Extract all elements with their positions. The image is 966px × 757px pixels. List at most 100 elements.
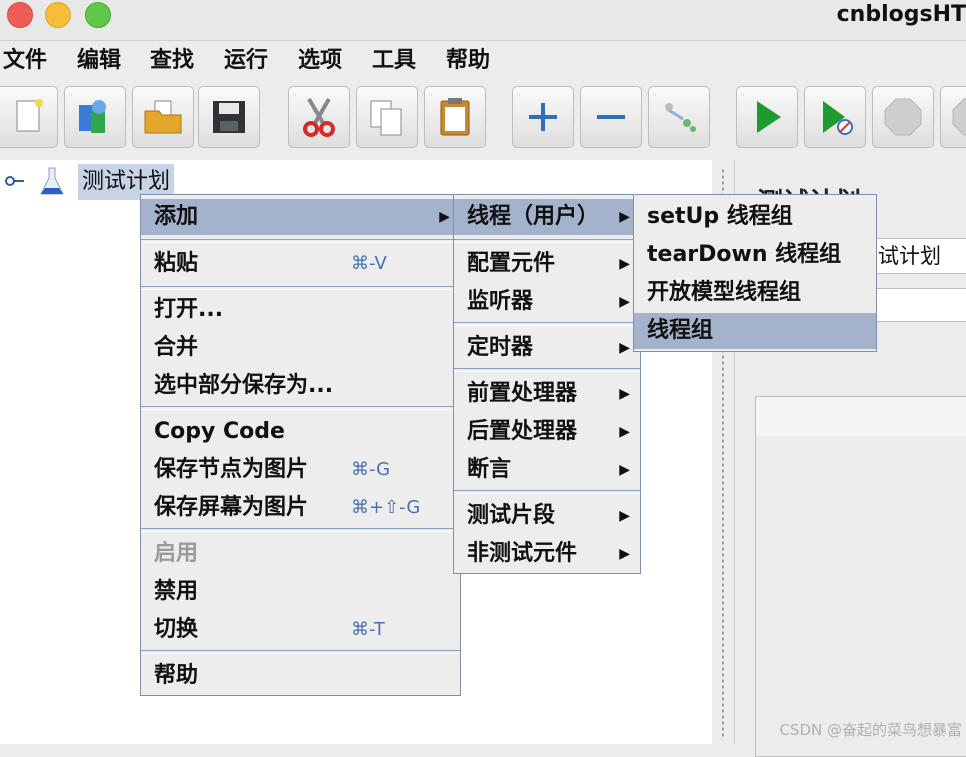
menu-item-open-model-thread-group[interactable]: 开放模型线程组 — [634, 275, 876, 311]
new-icon — [16, 99, 43, 132]
menu-item-test-fragment[interactable]: 测试片段 ▶ — [454, 498, 640, 534]
window-title: cnblogsHT — [836, 2, 966, 27]
submenu-arrow-icon: ▶ — [619, 424, 630, 440]
menu-item-non-test-elements[interactable]: 非测试元件 ▶ — [454, 536, 640, 572]
start-no-pause-icon — [823, 101, 853, 135]
expand-all-button[interactable] — [512, 86, 574, 148]
copy-button[interactable] — [356, 86, 418, 148]
menu-item-merge[interactable]: 合并 — [141, 330, 460, 366]
submenu-arrow-icon: ▶ — [619, 340, 630, 356]
menu-item-help[interactable]: 帮助 — [141, 658, 460, 694]
collapse-all-button[interactable] — [580, 86, 642, 148]
shutdown-icon — [952, 98, 966, 136]
shutdown-button[interactable] — [940, 86, 966, 148]
menu-item-save-screen-image[interactable]: 保存屏幕为图片 ⌘+⇧-G — [141, 490, 460, 526]
menu-separator — [141, 406, 460, 410]
submenu-arrow-icon: ▶ — [619, 508, 630, 524]
menu-item-save-selection[interactable]: 选中部分保存为... — [141, 368, 460, 404]
add-submenu: 线程（用户） ▶ 配置元件 ▶ 监听器 ▶ 定时器 ▶ 前置处理器 ▶ 后置处理器 ▶ 断言… — [453, 194, 641, 574]
new-button[interactable] — [0, 86, 58, 148]
menu-item-disable[interactable]: 禁用 — [141, 574, 460, 610]
start-button[interactable] — [736, 86, 798, 148]
tree-node-handle-icon[interactable] — [4, 174, 26, 188]
menu-separator — [141, 286, 460, 290]
stop-icon — [884, 98, 922, 136]
menu-file[interactable]: 文件 — [3, 46, 47, 76]
test-plan-flask-icon — [40, 167, 64, 195]
menu-item-toggle[interactable]: 切换 ⌘-T — [141, 612, 460, 648]
submenu-arrow-icon: ▶ — [619, 256, 630, 272]
minimize-window-button[interactable] — [45, 2, 71, 28]
menu-search[interactable]: 查找 — [150, 46, 194, 76]
submenu-arrow-icon: ▶ — [619, 546, 630, 562]
menu-item-teardown-thread-group[interactable]: tearDown 线程组 — [634, 237, 876, 273]
menu-tools[interactable]: 工具 — [372, 46, 416, 76]
menu-item-add[interactable]: 添加 ▶ — [141, 199, 460, 235]
shortcut-label: ⌘-T — [351, 619, 385, 640]
menu-separator — [454, 239, 640, 243]
start-no-pause-button[interactable] — [804, 86, 866, 148]
menu-edit[interactable]: 编辑 — [77, 46, 121, 76]
zoom-window-button[interactable] — [85, 2, 111, 28]
name-field[interactable]: 试计划 — [875, 238, 966, 274]
open-button[interactable] — [132, 86, 194, 148]
menu-item-timer[interactable]: 定时器 ▶ — [454, 330, 640, 366]
menu-separator — [454, 368, 640, 372]
expand-icon — [529, 103, 557, 131]
save-icon — [213, 101, 245, 133]
menu-item-thread-group[interactable]: 线程组 — [634, 313, 876, 349]
menu-item-listener[interactable]: 监听器 ▶ — [454, 284, 640, 320]
menu-item-copy-code[interactable]: Copy Code — [141, 414, 460, 450]
toggle-icon — [665, 103, 696, 132]
menu-item-assertion[interactable]: 断言 ▶ — [454, 452, 640, 488]
menu-separator — [454, 322, 640, 326]
save-button[interactable] — [198, 86, 260, 148]
watermark: CSDN @奋起的菜鸟想暴富 — [779, 721, 962, 739]
menu-item-enable[interactable]: 启用 — [141, 536, 460, 572]
paste-icon — [440, 98, 470, 136]
shortcut-label: ⌘+⇧-G — [351, 497, 421, 518]
threads-submenu: setUp 线程组 tearDown 线程组 开放模型线程组 线程组 — [633, 194, 877, 352]
submenu-arrow-icon: ▶ — [619, 462, 630, 478]
toggle-button[interactable] — [648, 86, 710, 148]
menu-run[interactable]: 运行 — [224, 46, 268, 76]
menu-options[interactable]: 选项 — [298, 46, 342, 76]
menu-item-threads[interactable]: 线程（用户） ▶ — [454, 199, 640, 235]
menu-item-open[interactable]: 打开... — [141, 292, 460, 328]
start-icon — [757, 101, 781, 133]
submenu-arrow-icon: ▶ — [619, 294, 630, 310]
menu-item-paste[interactable]: 粘贴 ⌘-V — [141, 246, 460, 282]
stop-button[interactable] — [872, 86, 934, 148]
submenu-arrow-icon: ▶ — [619, 209, 630, 225]
comments-field[interactable] — [875, 288, 966, 322]
menu-item-save-node-image[interactable]: 保存节点为图片 ⌘-G — [141, 452, 460, 488]
paste-button[interactable] — [424, 86, 486, 148]
submenu-arrow-icon: ▶ — [439, 209, 450, 225]
cut-button[interactable] — [288, 86, 350, 148]
copy-icon — [370, 100, 402, 136]
menu-item-setup-thread-group[interactable]: setUp 线程组 — [634, 199, 876, 235]
menu-item-post-processor[interactable]: 后置处理器 ▶ — [454, 414, 640, 450]
templates-button[interactable] — [64, 86, 126, 148]
menu-help[interactable]: 帮助 — [446, 46, 490, 76]
variables-table-header — [755, 396, 966, 438]
close-window-button[interactable] — [7, 2, 33, 28]
cut-icon — [303, 97, 335, 137]
submenu-arrow-icon: ▶ — [619, 386, 630, 402]
menu-separator — [141, 239, 460, 243]
menu-separator — [454, 490, 640, 494]
context-menu: 添加 ▶ 粘贴 ⌘-V 打开... 合并 选中部分保存为... Copy Code … — [140, 194, 461, 696]
shortcut-label: ⌘-V — [351, 253, 387, 274]
menu-separator — [141, 528, 460, 532]
shortcut-label: ⌘-G — [351, 459, 391, 480]
open-icon — [144, 100, 182, 134]
templates-icon — [79, 100, 106, 133]
menu-item-config-element[interactable]: 配置元件 ▶ — [454, 246, 640, 282]
title-bar: cnblogsHT — [0, 0, 966, 41]
menu-bar: 文件 编辑 查找 运行 选项 工具 帮助 — [0, 42, 966, 80]
menu-item-pre-processor[interactable]: 前置处理器 ▶ — [454, 376, 640, 412]
collapse-icon — [597, 115, 625, 119]
variables-table[interactable] — [755, 436, 966, 757]
toolbar — [0, 82, 966, 156]
menu-separator — [141, 650, 460, 654]
